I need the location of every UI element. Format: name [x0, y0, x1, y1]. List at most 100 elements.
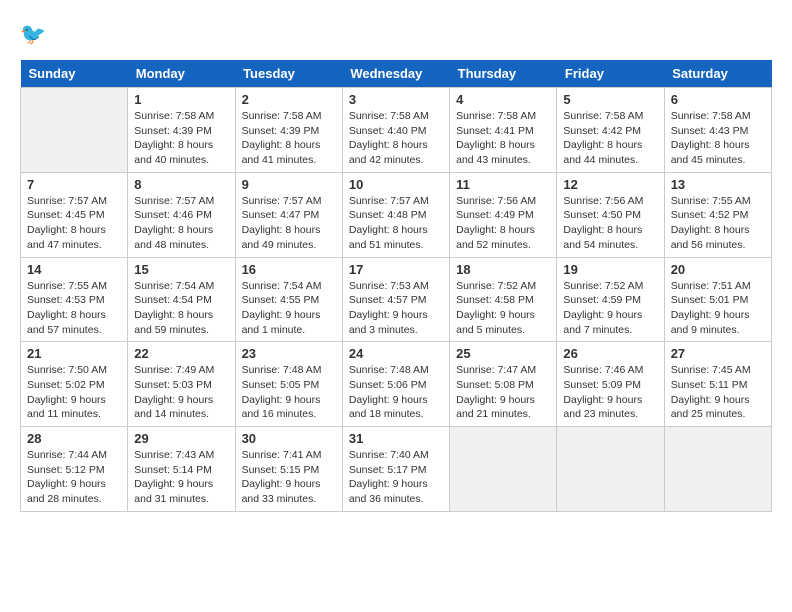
day-content: Sunrise: 7:43 AMSunset: 5:14 PMDaylight:…	[134, 448, 228, 507]
week-row-2: 7 Sunrise: 7:57 AMSunset: 4:45 PMDaylight…	[21, 172, 772, 257]
day-cell-12: 12 Sunrise: 7:56 AMSunset: 4:50 PMDayligh…	[557, 172, 664, 257]
day-content: Sunrise: 7:55 AMSunset: 4:53 PMDaylight:…	[27, 279, 121, 338]
day-number: 11	[456, 177, 550, 192]
day-header-sunday: Sunday	[21, 60, 128, 88]
svg-text:🐦: 🐦	[20, 23, 46, 46]
day-cell-17: 17 Sunrise: 7:53 AMSunset: 4:57 PMDayligh…	[342, 257, 449, 342]
days-header-row: SundayMondayTuesdayWednesdayThursdayFrid…	[21, 60, 772, 88]
day-number: 1	[134, 92, 228, 107]
day-cell-27: 27Sunrise: 7:45 AMSunset: 5:11 PMDayligh…	[664, 342, 771, 427]
day-number: 20	[671, 262, 765, 277]
day-number: 23	[242, 346, 336, 361]
day-cell-20: 20Sunrise: 7:51 AMSunset: 5:01 PMDayligh…	[664, 257, 771, 342]
day-content: Sunrise: 7:58 AMSunset: 4:39 PMDaylight:…	[242, 109, 336, 168]
day-cell-5: 5 Sunrise: 7:58 AMSunset: 4:42 PMDaylight…	[557, 88, 664, 173]
day-number: 25	[456, 346, 550, 361]
day-number: 8	[134, 177, 228, 192]
day-content: Sunrise: 7:57 AMSunset: 4:47 PMDaylight:…	[242, 194, 336, 253]
day-cell-11: 11Sunrise: 7:56 AMSunset: 4:49 PMDayligh…	[450, 172, 557, 257]
day-content: Sunrise: 7:54 AMSunset: 4:55 PMDaylight:…	[242, 279, 336, 338]
day-number: 10	[349, 177, 443, 192]
day-header-saturday: Saturday	[664, 60, 771, 88]
day-number: 31	[349, 431, 443, 446]
calendar-table: SundayMondayTuesdayWednesdayThursdayFrid…	[20, 60, 772, 512]
day-cell-2: 2Sunrise: 7:58 AMSunset: 4:39 PMDaylight…	[235, 88, 342, 173]
day-content: Sunrise: 7:48 AMSunset: 5:06 PMDaylight:…	[349, 363, 443, 422]
day-number: 24	[349, 346, 443, 361]
day-cell-1: 1 Sunrise: 7:58 AMSunset: 4:39 PMDaylight…	[128, 88, 235, 173]
day-content: Sunrise: 7:53 AMSunset: 4:57 PMDaylight:…	[349, 279, 443, 338]
day-content: Sunrise: 7:45 AMSunset: 5:11 PMDaylight:…	[671, 363, 765, 422]
day-header-monday: Monday	[128, 60, 235, 88]
day-number: 28	[27, 431, 121, 446]
day-content: Sunrise: 7:47 AMSunset: 5:08 PMDaylight:…	[456, 363, 550, 422]
day-number: 22	[134, 346, 228, 361]
day-cell-8: 8 Sunrise: 7:57 AMSunset: 4:46 PMDaylight…	[128, 172, 235, 257]
day-number: 9	[242, 177, 336, 192]
day-cell-4: 4Sunrise: 7:58 AMSunset: 4:41 PMDaylight…	[450, 88, 557, 173]
empty-cell	[21, 88, 128, 173]
day-number: 12	[563, 177, 657, 192]
day-cell-28: 28Sunrise: 7:44 AMSunset: 5:12 PMDayligh…	[21, 427, 128, 512]
day-content: Sunrise: 7:56 AMSunset: 4:50 PMDaylight:…	[563, 194, 657, 253]
day-content: Sunrise: 7:55 AMSunset: 4:52 PMDaylight:…	[671, 194, 765, 253]
day-content: Sunrise: 7:52 AMSunset: 4:58 PMDaylight:…	[456, 279, 550, 338]
day-content: Sunrise: 7:54 AMSunset: 4:54 PMDaylight:…	[134, 279, 228, 338]
day-number: 26	[563, 346, 657, 361]
day-cell-3: 3Sunrise: 7:58 AMSunset: 4:40 PMDaylight…	[342, 88, 449, 173]
day-cell-15: 15 Sunrise: 7:54 AMSunset: 4:54 PMDayligh…	[128, 257, 235, 342]
day-cell-9: 9 Sunrise: 7:57 AMSunset: 4:47 PMDaylight…	[235, 172, 342, 257]
day-content: Sunrise: 7:57 AMSunset: 4:46 PMDaylight:…	[134, 194, 228, 253]
day-content: Sunrise: 7:58 AMSunset: 4:43 PMDaylight:…	[671, 109, 765, 168]
page-header: 🐦	[20, 20, 772, 50]
week-row-1: 1 Sunrise: 7:58 AMSunset: 4:39 PMDaylight…	[21, 88, 772, 173]
day-header-wednesday: Wednesday	[342, 60, 449, 88]
day-number: 29	[134, 431, 228, 446]
empty-cell	[450, 427, 557, 512]
day-number: 15	[134, 262, 228, 277]
day-cell-19: 19 Sunrise: 7:52 AMSunset: 4:59 PMDayligh…	[557, 257, 664, 342]
day-cell-7: 7 Sunrise: 7:57 AMSunset: 4:45 PMDaylight…	[21, 172, 128, 257]
day-content: Sunrise: 7:48 AMSunset: 5:05 PMDaylight:…	[242, 363, 336, 422]
day-number: 30	[242, 431, 336, 446]
day-cell-26: 26 Sunrise: 7:46 AMSunset: 5:09 PMDayligh…	[557, 342, 664, 427]
day-header-friday: Friday	[557, 60, 664, 88]
day-content: Sunrise: 7:49 AMSunset: 5:03 PMDaylight:…	[134, 363, 228, 422]
week-row-3: 14 Sunrise: 7:55 AMSunset: 4:53 PMDayligh…	[21, 257, 772, 342]
day-cell-10: 10 Sunrise: 7:57 AMSunset: 4:48 PMDayligh…	[342, 172, 449, 257]
day-content: Sunrise: 7:57 AMSunset: 4:48 PMDaylight:…	[349, 194, 443, 253]
day-content: Sunrise: 7:58 AMSunset: 4:42 PMDaylight:…	[563, 109, 657, 168]
day-content: Sunrise: 7:57 AMSunset: 4:45 PMDaylight:…	[27, 194, 121, 253]
logo-icon: 🐦	[20, 20, 50, 50]
empty-cell	[664, 427, 771, 512]
day-cell-31: 31Sunrise: 7:40 AMSunset: 5:17 PMDayligh…	[342, 427, 449, 512]
day-number: 5	[563, 92, 657, 107]
day-cell-24: 24 Sunrise: 7:48 AMSunset: 5:06 PMDayligh…	[342, 342, 449, 427]
week-row-5: 28Sunrise: 7:44 AMSunset: 5:12 PMDayligh…	[21, 427, 772, 512]
day-cell-18: 18Sunrise: 7:52 AMSunset: 4:58 PMDayligh…	[450, 257, 557, 342]
day-number: 4	[456, 92, 550, 107]
day-content: Sunrise: 7:41 AMSunset: 5:15 PMDaylight:…	[242, 448, 336, 507]
day-cell-6: 6Sunrise: 7:58 AMSunset: 4:43 PMDaylight…	[664, 88, 771, 173]
logo: 🐦	[20, 20, 54, 50]
week-row-4: 21 Sunrise: 7:50 AMSunset: 5:02 PMDayligh…	[21, 342, 772, 427]
day-cell-16: 16 Sunrise: 7:54 AMSunset: 4:55 PMDayligh…	[235, 257, 342, 342]
day-cell-25: 25 Sunrise: 7:47 AMSunset: 5:08 PMDayligh…	[450, 342, 557, 427]
day-number: 21	[27, 346, 121, 361]
day-cell-21: 21 Sunrise: 7:50 AMSunset: 5:02 PMDayligh…	[21, 342, 128, 427]
day-number: 19	[563, 262, 657, 277]
day-cell-13: 13 Sunrise: 7:55 AMSunset: 4:52 PMDayligh…	[664, 172, 771, 257]
day-number: 13	[671, 177, 765, 192]
day-content: Sunrise: 7:52 AMSunset: 4:59 PMDaylight:…	[563, 279, 657, 338]
day-content: Sunrise: 7:46 AMSunset: 5:09 PMDaylight:…	[563, 363, 657, 422]
day-content: Sunrise: 7:58 AMSunset: 4:39 PMDaylight:…	[134, 109, 228, 168]
day-number: 17	[349, 262, 443, 277]
day-number: 7	[27, 177, 121, 192]
day-cell-14: 14 Sunrise: 7:55 AMSunset: 4:53 PMDayligh…	[21, 257, 128, 342]
day-cell-30: 30 Sunrise: 7:41 AMSunset: 5:15 PMDayligh…	[235, 427, 342, 512]
day-header-thursday: Thursday	[450, 60, 557, 88]
day-number: 14	[27, 262, 121, 277]
day-cell-29: 29 Sunrise: 7:43 AMSunset: 5:14 PMDayligh…	[128, 427, 235, 512]
day-number: 16	[242, 262, 336, 277]
day-content: Sunrise: 7:50 AMSunset: 5:02 PMDaylight:…	[27, 363, 121, 422]
